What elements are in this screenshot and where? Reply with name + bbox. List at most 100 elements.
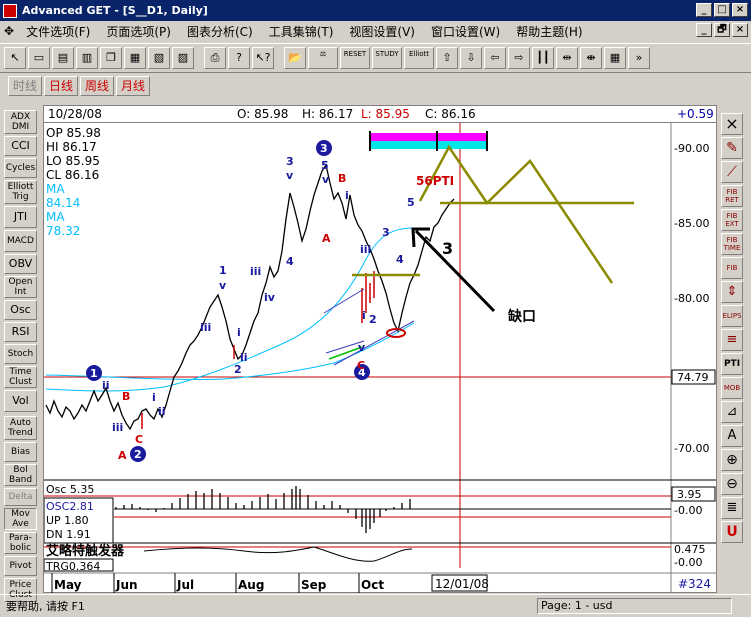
osc-dn: DN 1.91	[46, 528, 91, 541]
study-cycles[interactable]: Cycles	[4, 158, 37, 178]
new-icon[interactable]: ▭	[28, 47, 50, 69]
osc-axis-zero: -0.00	[674, 504, 702, 517]
study-toolbar: ADX DMI CCI Cycles Elliott Trig JTI MACD…	[4, 110, 38, 604]
header-high: H: 86.17	[302, 107, 354, 121]
window-title: Advanced GET - [S__D1, Daily]	[22, 4, 208, 17]
period-hourly-button[interactable]: 时线	[8, 76, 43, 96]
channel-icon[interactable]: ⇕	[721, 281, 743, 303]
help-icon[interactable]: ?	[228, 47, 250, 69]
child-window-icon[interactable]: ✥	[0, 24, 18, 38]
study-rsi[interactable]: RSI	[4, 322, 37, 342]
trendline-icon[interactable]: ⟋	[721, 161, 743, 183]
menu-page[interactable]: 页面选项(P)	[98, 23, 179, 40]
wave-label-a-1: A	[118, 449, 127, 462]
period-weekly-button[interactable]: 周线	[80, 76, 115, 96]
wave-label-3: 3	[286, 155, 294, 168]
study-bias[interactable]: Bias	[4, 442, 37, 462]
maximize-button[interactable]: □	[714, 3, 730, 17]
close-drawing-icon[interactable]: ×	[721, 113, 743, 135]
study-obv[interactable]: OBV	[4, 254, 37, 274]
arrow-left-icon[interactable]: ⇦	[484, 47, 506, 69]
template-icon[interactable]: ▧	[148, 47, 170, 69]
study-bol-band[interactable]: Bol Band	[4, 464, 37, 486]
study-elliott-trig[interactable]: Elliott Trig	[4, 180, 37, 204]
menu-view[interactable]: 视图设置(V)	[341, 23, 423, 40]
header-low: L: 85.95	[361, 107, 410, 121]
period-daily-button[interactable]: 日线	[44, 76, 79, 96]
copy-icon[interactable]: ❐	[100, 47, 122, 69]
elliott-button[interactable]: Elliott	[404, 47, 434, 69]
app-icon	[3, 3, 17, 18]
study-auto-trend[interactable]: Auto Trend	[4, 416, 37, 440]
fib-extension-button[interactable]: FIB EXT	[721, 209, 743, 231]
reset-button[interactable]: RESET	[340, 47, 370, 69]
open-icon[interactable]: ▤	[52, 47, 74, 69]
fib-time-button[interactable]: FIB TIME	[721, 233, 743, 255]
study-pivot[interactable]: Pivot	[4, 556, 37, 576]
study-delta[interactable]: Delta	[4, 488, 37, 506]
triangle-icon[interactable]: ⊿	[721, 401, 743, 423]
header-change: +0.59	[677, 107, 714, 121]
text-tool-icon[interactable]: A	[721, 425, 743, 447]
mdi-minimize-button[interactable]: _	[696, 23, 712, 37]
close-button[interactable]: ×	[732, 3, 748, 17]
ellipse-button[interactable]: ELIPS	[721, 305, 743, 327]
export-icon[interactable]: ▨	[172, 47, 194, 69]
scale-icon[interactable]: ⚖	[308, 47, 338, 69]
fib-retracement-button[interactable]: FIB RET	[721, 185, 743, 207]
pencil-icon[interactable]: ✎	[721, 137, 743, 159]
folder-icon[interactable]: 📂	[284, 47, 306, 69]
context-help-icon[interactable]: ↖?	[252, 47, 274, 69]
trigger-axis-value: 0.475	[674, 543, 706, 556]
study-jti[interactable]: JTI	[4, 206, 37, 228]
zoom-in-icon[interactable]: ⊕	[721, 449, 743, 471]
save-icon[interactable]: ▥	[76, 47, 98, 69]
study-open-int[interactable]: Open Int	[4, 276, 37, 298]
lines-icon[interactable]: ≡	[721, 329, 743, 351]
study-time-clust[interactable]: Time Clust	[4, 366, 37, 388]
mdi-close-button[interactable]: ×	[732, 23, 748, 37]
study-stoch[interactable]: Stoch	[4, 344, 37, 364]
print-icon[interactable]: ⎙	[204, 47, 226, 69]
cursor-tool-icon[interactable]: ↖	[4, 47, 26, 69]
study-osc[interactable]: Osc	[4, 300, 37, 320]
study-vol[interactable]: Vol	[4, 390, 37, 412]
study-macd[interactable]: MACD	[4, 230, 37, 252]
grid-icon[interactable]: ▦	[604, 47, 626, 69]
osc-title: Osc 5.35	[46, 483, 94, 496]
study-cci[interactable]: CCI	[4, 136, 37, 156]
pti-button[interactable]: PTI	[721, 353, 743, 375]
study-mov-ave[interactable]: Mov Ave	[4, 508, 37, 530]
menu-tools[interactable]: 工具集锦(T)	[261, 23, 342, 40]
undo-icon[interactable]: U	[721, 521, 743, 543]
arrow-up-icon[interactable]: ⇧	[436, 47, 458, 69]
fib-circle-icon[interactable]: FIB	[721, 257, 743, 279]
wave-label-5-small: 5	[407, 196, 415, 209]
bar-chart-icon[interactable]: ┃┃	[532, 47, 554, 69]
arrow-down-icon[interactable]: ⇩	[460, 47, 482, 69]
list-icon[interactable]: ≣	[721, 497, 743, 519]
trigger-axis-zero: -0.00	[674, 556, 702, 569]
more-icon[interactable]: »	[628, 47, 650, 69]
expand-icon[interactable]: ⇼	[580, 47, 602, 69]
minimize-button[interactable]: _	[696, 3, 712, 17]
study-button[interactable]: STUDY	[372, 47, 402, 69]
menu-chart-analysis[interactable]: 图表分析(C)	[179, 23, 261, 40]
arrow-right-icon[interactable]: ⇨	[508, 47, 530, 69]
study-parabolic[interactable]: Para-bolic	[4, 532, 37, 554]
chart-window[interactable]: 10/28/08 O: 85.98 H: 86.17 L: 85.95 C: 8…	[43, 105, 717, 593]
menu-file[interactable]: 文件选项(F)	[18, 23, 98, 40]
mob-button[interactable]: MOB	[721, 377, 743, 399]
layout-icon[interactable]: ▦	[124, 47, 146, 69]
menu-window[interactable]: 窗口设置(W)	[423, 23, 508, 40]
gap-label: 缺口	[508, 308, 536, 325]
zoom-out-icon[interactable]: ⊖	[721, 473, 743, 495]
menu-help[interactable]: 帮助主题(H)	[508, 23, 590, 40]
date-aug: Aug	[238, 578, 264, 592]
price-axis-label-current: 74.79	[677, 371, 709, 384]
mdi-restore-button[interactable]: 🗗	[714, 23, 730, 37]
study-adx-dmi[interactable]: ADX DMI	[4, 110, 37, 134]
wave-label-3-small: 3	[382, 226, 390, 239]
compress-icon[interactable]: ⇹	[556, 47, 578, 69]
period-monthly-button[interactable]: 月线	[116, 76, 151, 96]
